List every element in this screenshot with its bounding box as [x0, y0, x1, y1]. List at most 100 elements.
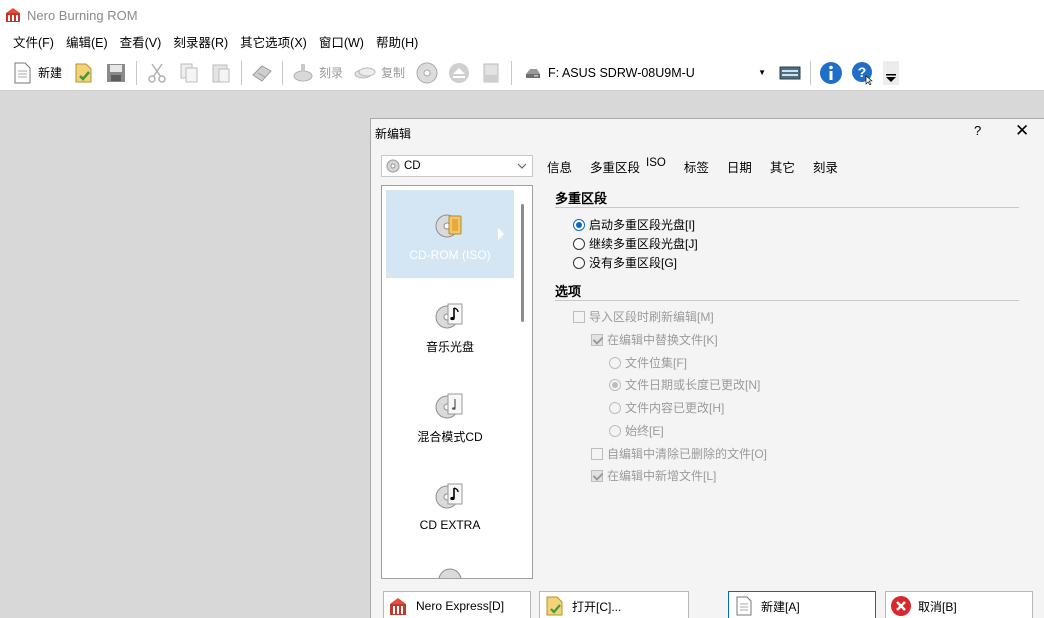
button-label: Nero Express[D] — [416, 599, 505, 613]
burn-disc-icon[interactable] — [291, 61, 315, 85]
nero-logo-icon — [5, 7, 21, 23]
menu-extras[interactable]: 其它选项(X) — [234, 32, 313, 54]
option-label: 没有多重区段[G] — [589, 256, 678, 270]
new-document-icon — [733, 595, 755, 617]
burn-compilation-icon[interactable] — [250, 61, 274, 85]
copy-disc-icon[interactable] — [353, 61, 377, 85]
menu-recorder[interactable]: 刻录器(R) — [167, 32, 234, 54]
disc-type-select[interactable]: CD — [381, 155, 533, 177]
checkbox[interactable] — [591, 469, 603, 482]
new-compilation-dialog: 新编辑 ? ✕ CD CD-ROM (ISO) 音乐光盘 混合模式CD CD E… — [370, 118, 1044, 618]
copy-icon[interactable] — [177, 61, 201, 85]
list-scrollbar[interactable] — [521, 204, 524, 322]
cd-extra-icon — [434, 480, 466, 512]
compilation-type-list[interactable]: CD-ROM (ISO) 音乐光盘 混合模式CD CD EXTRA — [381, 185, 533, 579]
menu-window[interactable]: 窗口(W) — [313, 32, 370, 54]
dialog-title: 新编辑 — [375, 127, 412, 141]
compilation-type-cd-extra[interactable]: CD EXTRA — [386, 460, 514, 548]
radio-button[interactable] — [609, 401, 621, 414]
tab-label[interactable]: 标签 — [684, 157, 709, 176]
tab-dates[interactable]: 日期 — [727, 157, 752, 176]
checkbox[interactable] — [591, 333, 603, 346]
always-option[interactable]: 始终[E] — [609, 422, 664, 439]
toolbar: 新建 刻录 复制 F: ASUS SDRW-08U9M-U ▼ ? — [0, 55, 1044, 91]
toolbar-overflow-icon[interactable] — [883, 60, 900, 85]
cd-icon — [386, 159, 400, 173]
content-changed-option[interactable]: 文件内容已更改[H] — [609, 399, 724, 416]
radio-button[interactable] — [609, 424, 621, 437]
file-newer-option[interactable]: 文件位集[F] — [609, 354, 687, 371]
open-file-icon[interactable] — [72, 61, 96, 85]
radio-button[interactable] — [573, 218, 585, 231]
option-label: 继续多重区段光盘[J] — [589, 237, 698, 251]
new-document-icon[interactable] — [10, 61, 34, 85]
compilation-type-label: CD-ROM (ISO) — [409, 248, 491, 262]
eject-icon[interactable] — [447, 61, 471, 85]
compilation-type-cd-rom-iso[interactable]: CD-ROM (ISO) — [386, 190, 514, 278]
recorder-select[interactable]: F: ASUS SDRW-08U9M-U ▼ — [524, 61, 774, 85]
date-size-changed-option[interactable]: 文件日期或长度已更改[N] — [609, 376, 760, 393]
tab-burn[interactable]: 刻录 — [813, 157, 838, 176]
option-label: 导入区段时刷新编辑[M] — [589, 310, 714, 324]
cut-icon[interactable] — [145, 61, 169, 85]
menu-file[interactable]: 文件(F) — [7, 32, 60, 54]
erase-disc-icon[interactable] — [479, 61, 503, 85]
compilation-type-audio-cd[interactable]: 音乐光盘 — [386, 280, 514, 368]
compilation-type-label: 音乐光盘 — [425, 340, 474, 354]
remove-deleted-option[interactable]: 自编辑中清除已删除的文件[O] — [591, 445, 767, 462]
cancel-button[interactable]: 取消[B] — [885, 591, 1033, 618]
radio-button[interactable] — [609, 378, 621, 391]
menu-edit[interactable]: 编辑(E) — [60, 32, 114, 54]
disc-info-icon[interactable] — [415, 61, 439, 85]
compilation-type-mixed-mode-cd[interactable]: 混合模式CD — [386, 370, 514, 458]
toolbar-separator — [282, 60, 284, 85]
tab-info[interactable]: 信息 — [547, 157, 572, 176]
no-multisession-option[interactable]: 没有多重区段[G] — [573, 254, 677, 271]
radio-button[interactable] — [609, 356, 621, 369]
tab-iso[interactable]: ISO — [646, 157, 666, 176]
paste-icon[interactable] — [209, 61, 233, 85]
cd-rom-iso-icon — [434, 210, 466, 242]
nero-express-icon — [388, 595, 410, 617]
toolbar-separator — [241, 60, 243, 85]
checkbox[interactable] — [573, 310, 585, 323]
mixed-mode-cd-icon — [434, 390, 466, 422]
close-button[interactable]: ✕ — [1015, 121, 1029, 141]
compilation-type-partial[interactable] — [386, 550, 514, 578]
start-multisession-option[interactable]: 启动多重区段光盘[I] — [573, 216, 695, 233]
audio-cd-icon — [434, 300, 466, 332]
menu-help[interactable]: 帮助(H) — [370, 32, 424, 54]
divider — [555, 207, 1019, 208]
new-button[interactable]: 新建 — [38, 64, 62, 81]
tab-misc[interactable]: 其它 — [770, 157, 795, 176]
open-button[interactable]: 打开[C]... — [539, 591, 689, 618]
menu-view[interactable]: 查看(V) — [114, 32, 168, 54]
drive-status-icon[interactable] — [778, 61, 802, 85]
add-new-files-option[interactable]: 在编辑中新增文件[L] — [591, 467, 716, 484]
refresh-on-import-option[interactable]: 导入区段时刷新编辑[M] — [573, 308, 714, 325]
tab-multisession[interactable]: 多重区段 — [590, 157, 640, 176]
chevron-down-icon — [516, 160, 528, 172]
toolbar-separator — [810, 60, 812, 85]
radio-button[interactable] — [573, 237, 585, 250]
info-icon[interactable] — [819, 61, 843, 85]
copy-button[interactable]: 复制 — [381, 64, 405, 81]
radio-button[interactable] — [573, 256, 585, 269]
burn-button[interactable]: 刻录 — [319, 64, 343, 81]
save-icon[interactable] — [104, 61, 128, 85]
new-button[interactable]: 新建[A] — [728, 591, 876, 618]
selection-arrow-icon — [498, 228, 504, 240]
option-label: 始终[E] — [625, 424, 664, 438]
option-label: 在编辑中替换文件[K] — [607, 333, 718, 347]
option-label: 文件位集[F] — [625, 356, 687, 370]
option-label: 文件内容已更改[H] — [625, 401, 725, 415]
title-bar: Nero Burning ROM — [0, 0, 1044, 30]
nero-express-button[interactable]: Nero Express[D] — [383, 591, 531, 618]
checkbox[interactable] — [591, 447, 603, 460]
help-button[interactable]: ? — [974, 123, 981, 138]
whats-this-help-icon[interactable]: ? — [851, 61, 875, 85]
disc-type-value: CD — [404, 160, 421, 172]
menu-bar: 文件(F) 编辑(E) 查看(V) 刻录器(R) 其它选项(X) 窗口(W) 帮… — [0, 30, 1044, 55]
replace-files-option[interactable]: 在编辑中替换文件[K] — [591, 331, 718, 348]
continue-multisession-option[interactable]: 继续多重区段光盘[J] — [573, 235, 698, 252]
